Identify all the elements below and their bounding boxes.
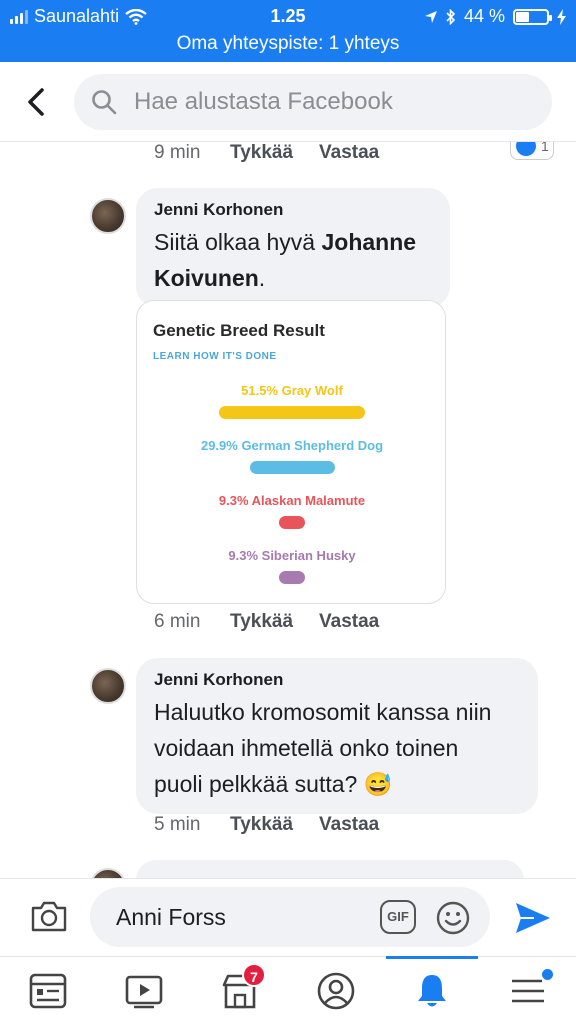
send-icon[interactable]: [514, 901, 552, 935]
genetic-result-card[interactable]: Genetic Breed Result LEARN HOW IT'S DONE…: [136, 300, 446, 604]
comment-input[interactable]: [116, 887, 376, 947]
breed-bar: [279, 571, 305, 584]
charging-bolt-icon: [557, 8, 566, 25]
search-input[interactable]: [134, 74, 534, 130]
location-arrow-icon: [424, 10, 437, 23]
video-icon: [125, 975, 163, 1009]
comment-time: 5 min: [154, 814, 201, 835]
tab-profile[interactable]: [288, 957, 384, 1024]
breed-label: 9.3% Siberian Husky: [228, 548, 356, 563]
notification-badge: 7: [242, 963, 266, 987]
like-reaction-icon: [516, 142, 536, 156]
comment-text-line: voidaan ihmetellä onko toinen: [154, 735, 459, 761]
tab-watch[interactable]: [96, 957, 192, 1024]
reply-link[interactable]: Vastaa: [319, 142, 379, 164]
tab-marketplace[interactable]: 7: [192, 957, 288, 1024]
tab-menu[interactable]: [480, 957, 576, 1024]
reaction-count-value: 1: [541, 142, 549, 154]
bell-icon: [418, 975, 446, 1007]
like-link[interactable]: Tykkää: [230, 142, 293, 164]
comment-actions: 5 min Tykkää Vastaa: [154, 814, 405, 836]
like-link[interactable]: Tykkää: [230, 814, 293, 836]
comment-time: 6 min: [154, 611, 201, 632]
like-link[interactable]: Tykkää: [230, 611, 293, 633]
avatar[interactable]: [90, 198, 126, 234]
reply-link[interactable]: Vastaa: [319, 611, 379, 633]
search-header: [0, 62, 576, 142]
comment-text-line: Haluutko kromosomit kanssa niin: [154, 699, 492, 725]
comment-compose-bar: GIF: [0, 878, 576, 956]
search-icon: [92, 90, 117, 115]
battery-icon: [513, 8, 552, 25]
learn-how-link[interactable]: LEARN HOW IT'S DONE: [153, 351, 277, 362]
avatar[interactable]: [90, 868, 126, 878]
battery-fill: [516, 11, 529, 22]
back-arrow-icon[interactable]: [22, 84, 52, 120]
gif-button[interactable]: GIF: [380, 900, 416, 934]
comment-bubble: Jenni Korhonen Haluutko kromosomit kanss…: [136, 658, 538, 814]
breed-label: 29.9% German Shepherd Dog: [200, 438, 384, 453]
bluetooth-icon: [446, 8, 456, 25]
battery-percent: 44 %: [463, 6, 505, 26]
comment-text: Siitä olkaa hyvä Johanne Koivunen.: [154, 229, 417, 291]
comment-thread: 9 min Tykkää Vastaa 1 Jenni Korhonen Sii…: [0, 142, 576, 878]
breed-bar: [249, 461, 335, 474]
comment-actions: 9 min Tykkää Vastaa: [154, 142, 405, 164]
breed-label: 51.5% Gray Wolf: [241, 383, 343, 398]
bottom-tab-bar: 7: [0, 956, 576, 1024]
card-title: Genetic Breed Result: [153, 321, 325, 340]
news-feed-icon: [29, 973, 67, 1009]
comment-bubble: [136, 860, 524, 878]
hotspot-banner[interactable]: Oma yhteyspiste: 1 yhteys: [0, 33, 576, 55]
breed-bar: [279, 516, 305, 529]
comment-actions: 6 min Tykkää Vastaa: [154, 611, 405, 633]
search-bar[interactable]: [74, 74, 552, 130]
comment-bubble: Jenni Korhonen Siitä olkaa hyvä Johanne …: [136, 188, 450, 308]
breed-label: 9.3% Alaskan Malamute: [218, 493, 366, 508]
tab-notifications[interactable]: [384, 956, 480, 1024]
menu-notification-dot: [542, 969, 553, 980]
comment-author[interactable]: Jenni Korhonen: [154, 200, 432, 220]
status-bar: Saunalahti 1.25 44 % Oma yhteyspiste: 1 …: [0, 0, 576, 62]
avatar[interactable]: [90, 668, 126, 704]
sticker-icon[interactable]: [436, 901, 470, 935]
tab-news-feed[interactable]: [0, 957, 96, 1024]
reaction-count[interactable]: 1: [510, 142, 554, 160]
comment-time: 9 min: [154, 142, 201, 163]
comment-text-line: puoli pelkkää sutta? 😅: [154, 771, 393, 797]
comment-author[interactable]: Jenni Korhonen: [154, 670, 520, 690]
reply-link[interactable]: Vastaa: [319, 814, 379, 836]
breed-bar: [219, 406, 365, 419]
camera-icon[interactable]: [30, 899, 68, 933]
profile-icon: [317, 972, 355, 1010]
comment-field[interactable]: GIF: [90, 887, 490, 947]
